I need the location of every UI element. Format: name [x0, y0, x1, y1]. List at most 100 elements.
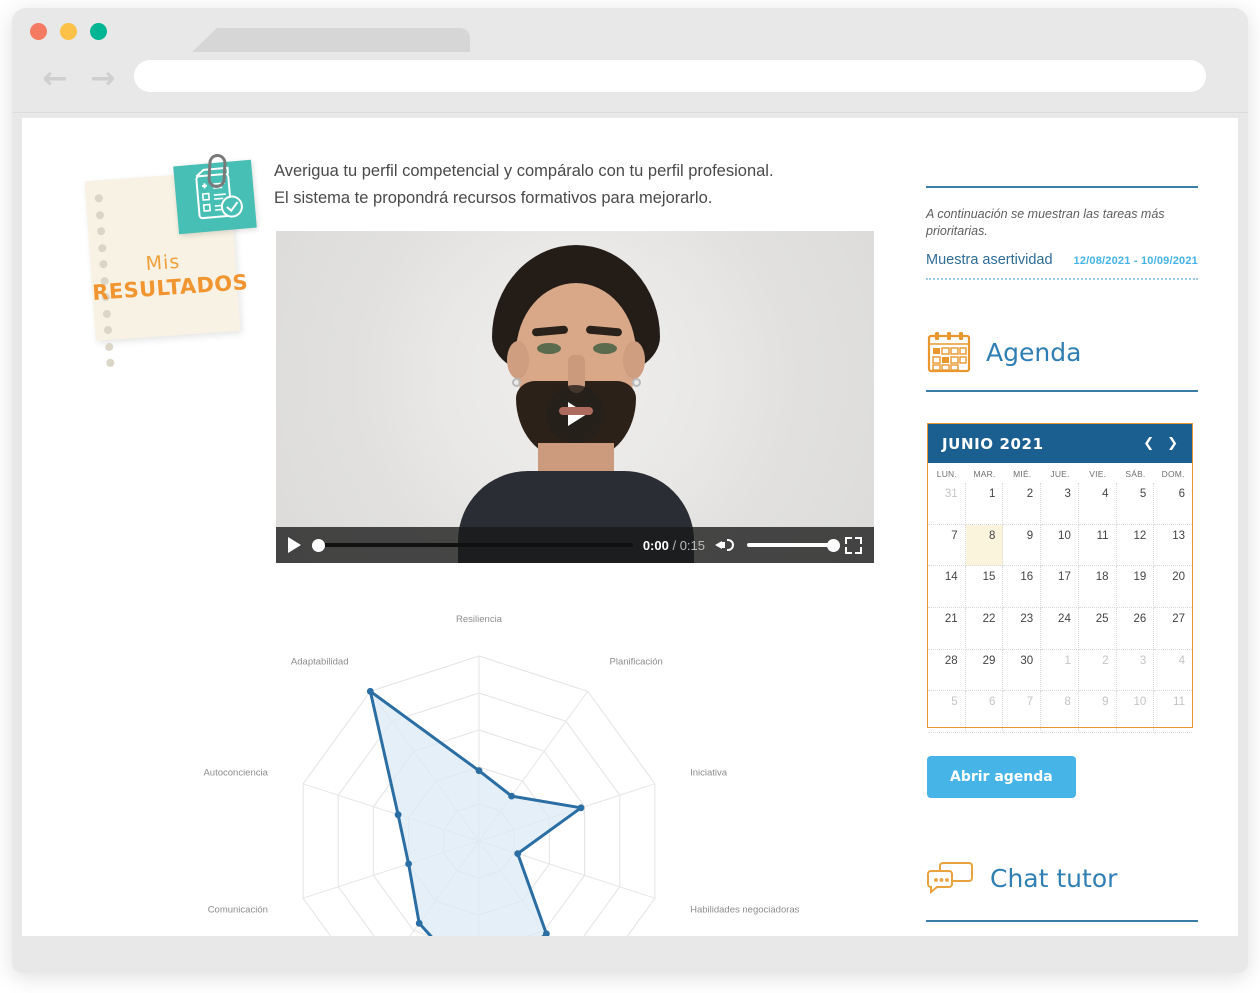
calendar-day-cell[interactable]: 25 — [1078, 608, 1117, 650]
browser-window: ← → Mis RESULTADOS Averigua tu perfil co… — [12, 8, 1248, 973]
video-progress-knob[interactable] — [312, 539, 325, 552]
calendar-day-cell[interactable]: 11 — [1078, 524, 1117, 567]
video-player[interactable]: 0:00 / 0:15 — [276, 231, 874, 563]
calendar-day-cell[interactable]: 7 — [928, 524, 966, 567]
chat-tutor-divider — [926, 920, 1198, 922]
calendar-weekday-5: SÁB. — [1125, 469, 1146, 479]
calendar-day-cell[interactable]: 27 — [1154, 608, 1192, 650]
calendar-day-cell[interactable]: 2 — [1003, 483, 1042, 525]
calendar-day-cell[interactable]: 8 — [965, 524, 1004, 567]
video-person-eye-left — [537, 343, 561, 354]
maximize-window-button[interactable] — [90, 23, 107, 40]
calendar-day-cell[interactable]: 3 — [1116, 649, 1155, 692]
calendar-nav: ❮ ❯ — [1143, 436, 1178, 451]
calendar-day-cell[interactable]: 29 — [965, 649, 1004, 692]
calendar-day-cell[interactable]: 4 — [1154, 650, 1192, 692]
calendar-day-cell[interactable]: 13 — [1154, 525, 1192, 567]
toolbar-divider — [12, 112, 1248, 113]
radar-data-point — [415, 919, 423, 927]
browser-toolbar: ← → — [12, 50, 1248, 110]
play-icon[interactable] — [288, 537, 301, 553]
calendar-day-cell[interactable]: 20 — [1154, 566, 1192, 608]
video-current-time: 0:00 — [642, 537, 669, 553]
video-person-ear-right — [623, 341, 645, 379]
radar-data-point — [577, 804, 585, 812]
radar-data-point — [475, 767, 483, 775]
open-agenda-button[interactable]: Abrir agenda — [927, 756, 1076, 798]
calendar-day-cell[interactable]: 15 — [965, 566, 1004, 608]
calendar-day-cell[interactable]: 6 — [965, 691, 1004, 733]
browser-tab[interactable] — [192, 28, 470, 52]
chat-tutor-title[interactable]: Chat tutor — [990, 864, 1117, 893]
calendar-icon — [926, 330, 972, 374]
calendar-day-cell[interactable]: 19 — [1116, 566, 1155, 608]
chat-tutor-section-header[interactable]: Chat tutor — [926, 860, 1117, 896]
radar-axis-label: Habilidades negociadoras — [690, 905, 800, 916]
radar-data-point — [508, 792, 515, 800]
calendar-day-cell[interactable]: 22 — [965, 608, 1004, 650]
chevron-left-icon[interactable]: ❮ — [1143, 436, 1154, 451]
calendar-weekday-0: LUN. — [936, 469, 957, 479]
calendar-day-cell[interactable]: 9 — [1003, 524, 1042, 567]
calendar-widget[interactable]: JUNIO 2021 ❮ ❯ LUN. MAR. MIÉ. JUE. VIE. SÁB. D… — [927, 423, 1193, 733]
chevron-right-icon[interactable]: ❯ — [1167, 436, 1178, 451]
priority-task-row[interactable]: Muestra asertividad 12/08/2021 - 10/09/2… — [926, 252, 1198, 268]
video-time-separator: / — [668, 537, 680, 553]
video-progress-slider[interactable] — [312, 539, 633, 552]
calendar-day-cell[interactable]: 6 — [1154, 483, 1192, 525]
calendar-day-cell[interactable]: 3 — [1041, 483, 1079, 525]
radar-data-point — [366, 687, 374, 695]
calendar-day-cell[interactable]: 23 — [1003, 608, 1042, 650]
calendar-day-cell[interactable]: 14 — [928, 566, 966, 608]
calendar-day-cell[interactable]: 31 — [928, 483, 966, 525]
calendar-day-cell[interactable]: 28 — [928, 649, 966, 692]
intro-line-2: El sistema te propondrá recursos formati… — [274, 189, 713, 207]
radar-axis-label: Autoconciencia — [203, 767, 268, 778]
minimize-window-button[interactable] — [60, 23, 77, 40]
agenda-divider — [926, 390, 1198, 392]
calendar-day-cell[interactable]: 30 — [1003, 649, 1042, 692]
agenda-section-header[interactable]: Agenda — [926, 330, 1081, 374]
calendar-day-cell[interactable]: 16 — [1003, 566, 1042, 608]
task-dotted-divider — [926, 278, 1198, 280]
video-total-time: 0:15 — [679, 537, 705, 553]
right-sidebar: A continuación se muestran las tareas má… — [918, 118, 1208, 936]
calendar-day-cell[interactable]: 8 — [1041, 691, 1079, 733]
calendar-day-cell[interactable]: 12 — [1116, 524, 1155, 567]
calendar-day-cell[interactable]: 10 — [1116, 691, 1155, 733]
calendar-day-cell[interactable]: 11 — [1154, 691, 1192, 733]
calendar-day-cell[interactable]: 18 — [1078, 566, 1117, 608]
calendar-day-cell[interactable]: 5 — [928, 691, 966, 733]
calendar-weekday-1: MAR. — [973, 469, 996, 479]
intro-line-1: Averigua tu perfil competencial y compár… — [274, 162, 774, 180]
window-controls — [30, 23, 107, 40]
calendar-day-cell[interactable]: 10 — [1041, 524, 1079, 567]
calendar-day-grid: 31 1 2 3 4 5 6 7 8 9 10 11 12 13 14 15 16 17 18 19 20 21 22 23 2… — [928, 483, 1192, 733]
arrow-left-icon[interactable]: ← — [38, 64, 72, 94]
calendar-weekday-6: DOM. — [1161, 469, 1185, 479]
calendar-day-cell[interactable]: 1 — [1041, 649, 1079, 692]
fullscreen-icon[interactable] — [845, 536, 862, 554]
agenda-title[interactable]: Agenda — [986, 338, 1081, 367]
calendar-day-cell[interactable]: 26 — [1116, 608, 1155, 650]
video-person-earring-right — [632, 378, 641, 387]
calendar-day-cell[interactable]: 4 — [1078, 483, 1117, 525]
volume-slider[interactable] — [747, 539, 840, 552]
task-name[interactable]: Muestra asertividad — [926, 252, 1053, 268]
calendar-day-cell[interactable]: 1 — [965, 483, 1004, 525]
volume-knob[interactable] — [827, 539, 840, 552]
calendar-day-cell[interactable]: 24 — [1041, 608, 1079, 650]
calendar-day-cell[interactable]: 9 — [1078, 691, 1117, 733]
volume-icon[interactable] — [715, 536, 737, 554]
competency-radar-chart: Resiliencia Planificación Iniciativa Habili… — [202, 598, 842, 936]
calendar-day-cell[interactable]: 5 — [1116, 483, 1155, 525]
close-window-button[interactable] — [30, 23, 47, 40]
video-person-earring-left — [512, 378, 521, 387]
arrow-right-icon[interactable]: → — [86, 64, 120, 94]
calendar-day-cell[interactable]: 7 — [1003, 691, 1042, 733]
calendar-day-cell[interactable]: 17 — [1041, 566, 1079, 608]
calendar-day-cell[interactable]: 2 — [1078, 649, 1117, 692]
calendar-day-cell[interactable]: 21 — [928, 608, 966, 650]
page-intro-text: Averigua tu perfil competencial y compár… — [274, 158, 874, 212]
address-bar-input[interactable] — [134, 60, 1206, 92]
